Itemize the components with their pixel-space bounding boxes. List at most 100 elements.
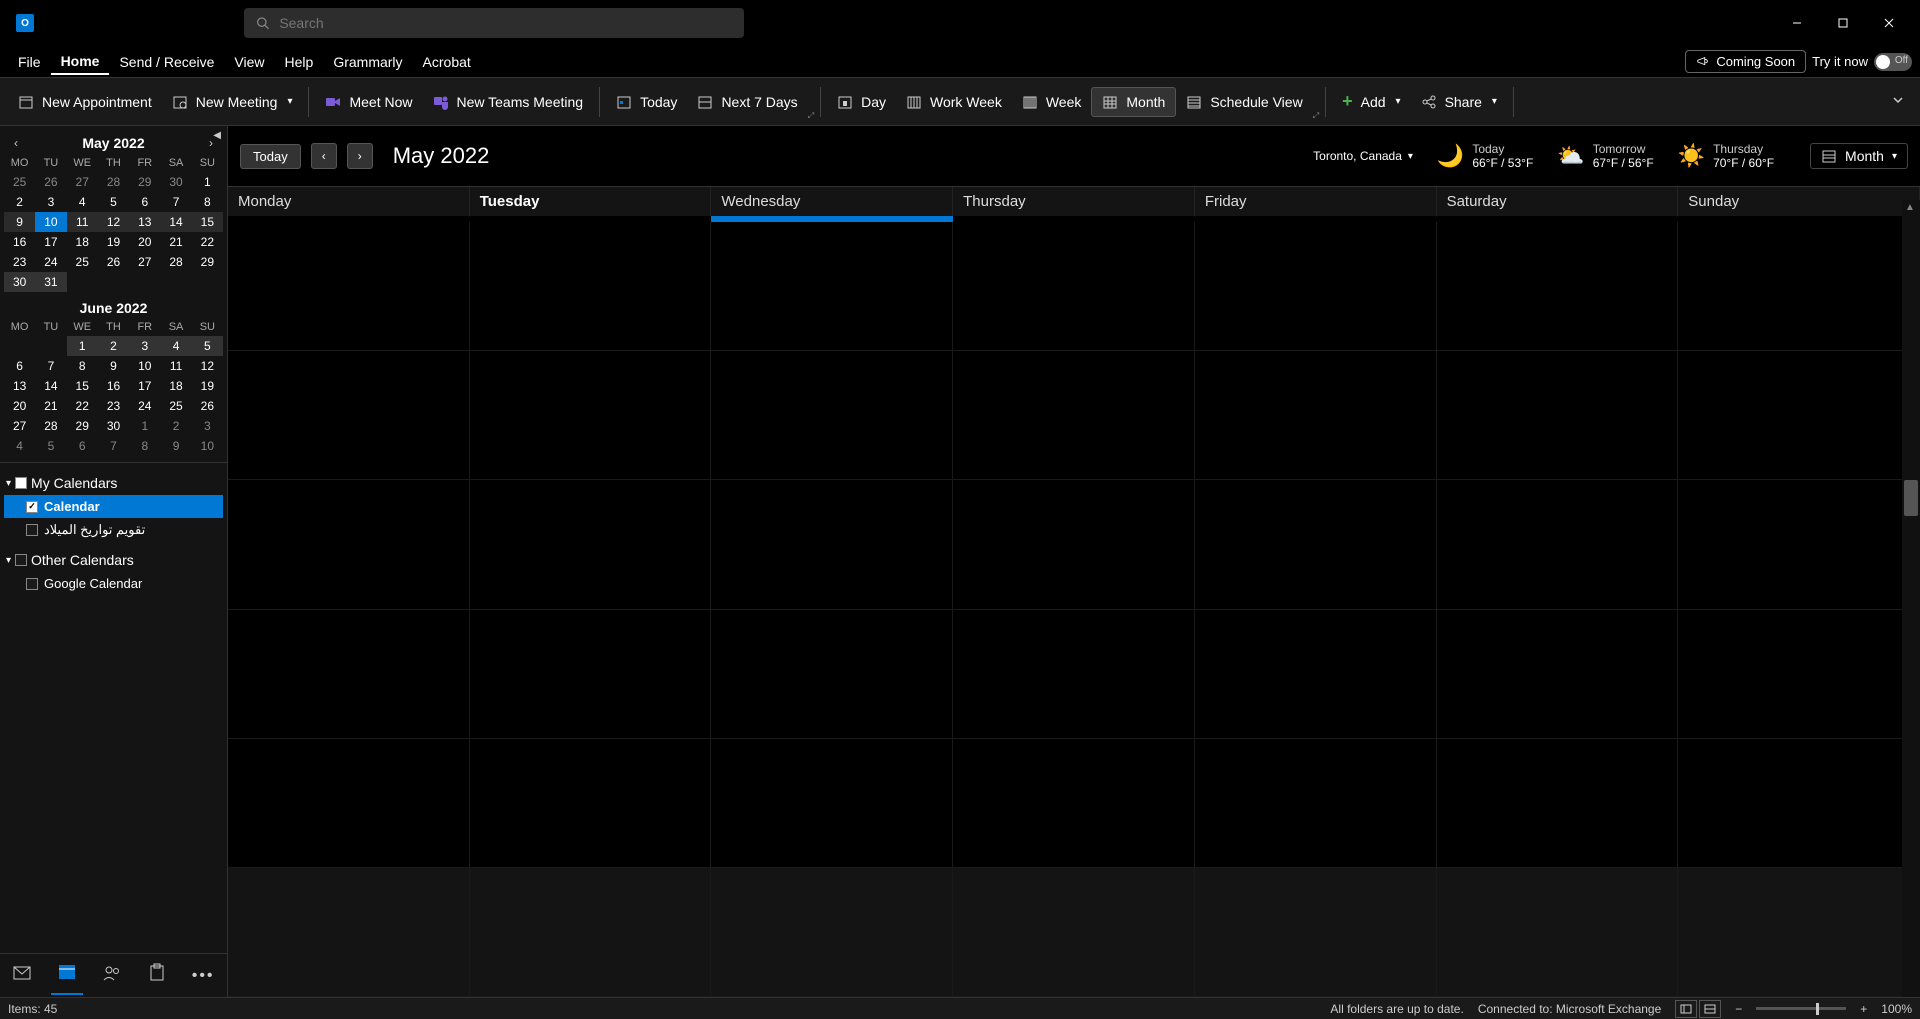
mini-cal-day[interactable]: 16: [98, 376, 129, 396]
mini-cal-day[interactable]: 2: [160, 416, 191, 436]
scrollbar[interactable]: ▲: [1902, 200, 1920, 997]
group-checkbox[interactable]: [15, 477, 27, 489]
calendar-cell[interactable]: [1195, 222, 1437, 351]
mini-cal-day[interactable]: 27: [4, 416, 35, 436]
calendar-cell[interactable]: [953, 480, 1195, 609]
calendar-grid[interactable]: [228, 222, 1920, 997]
calendar-cell[interactable]: [953, 868, 1195, 997]
weather-today[interactable]: 🌙 Today66°F / 53°F: [1437, 142, 1533, 170]
calendar-checkbox[interactable]: [26, 578, 38, 590]
calendar-cell[interactable]: [1678, 351, 1920, 480]
mini-cal-day[interactable]: 30: [160, 172, 191, 192]
meet-now-button[interactable]: Meet Now: [315, 88, 422, 116]
mini-cal-day[interactable]: 14: [35, 376, 66, 396]
search-box[interactable]: [244, 8, 744, 38]
mini-cal-day[interactable]: 28: [35, 416, 66, 436]
expand-arrange-icon[interactable]: ⤢: [1313, 111, 1319, 121]
mini-cal-day[interactable]: 17: [129, 376, 160, 396]
calendar-cell[interactable]: [953, 222, 1195, 351]
calendar-cell[interactable]: [228, 222, 470, 351]
calendar-cell[interactable]: [1678, 610, 1920, 739]
mini-cal-day[interactable]: 24: [129, 396, 160, 416]
scroll-thumb[interactable]: [1904, 480, 1918, 516]
mini-cal-day[interactable]: 25: [4, 172, 35, 192]
mini-cal-day[interactable]: 10: [129, 356, 160, 376]
calendar-cell[interactable]: [470, 480, 712, 609]
calendar-cell[interactable]: [1195, 868, 1437, 997]
mini-cal-day[interactable]: 10: [192, 436, 223, 456]
calendar-item-birthdays[interactable]: تقويم تواريخ الميلاد: [4, 518, 223, 542]
mini-cal-day[interactable]: 5: [35, 436, 66, 456]
mini-cal-day[interactable]: 26: [35, 172, 66, 192]
mini-cal-day[interactable]: 30: [4, 272, 35, 292]
tasks-nav-button[interactable]: [141, 957, 173, 994]
mini-cal-day[interactable]: 7: [35, 356, 66, 376]
new-teams-meeting-button[interactable]: New Teams Meeting: [423, 88, 594, 116]
tab-home[interactable]: Home: [51, 49, 110, 75]
calendar-cell[interactable]: [1195, 610, 1437, 739]
day-view-button[interactable]: Day: [827, 88, 896, 116]
calendar-cell[interactable]: [228, 480, 470, 609]
close-button[interactable]: [1866, 7, 1912, 39]
mini-cal-day[interactable]: 21: [160, 232, 191, 252]
calendar-item-google[interactable]: Google Calendar: [4, 572, 223, 595]
mini-cal-day[interactable]: 14: [160, 212, 191, 232]
mini-cal-day[interactable]: 25: [67, 252, 98, 272]
mini-cal-day[interactable]: 30: [98, 416, 129, 436]
calendar-cell[interactable]: [1678, 480, 1920, 609]
mini-cal-day[interactable]: 25: [160, 396, 191, 416]
mini-cal-day[interactable]: 3: [192, 416, 223, 436]
zoom-in-button[interactable]: +: [1860, 1002, 1867, 1016]
calendar-cell[interactable]: [228, 868, 470, 997]
calendar-nav-button[interactable]: [51, 956, 83, 995]
mini-cal-day[interactable]: 8: [129, 436, 160, 456]
new-appointment-button[interactable]: New Appointment: [8, 88, 162, 116]
calendar-cell[interactable]: [1437, 222, 1679, 351]
today-button[interactable]: Today: [240, 144, 301, 169]
add-button[interactable]: + Add ▾: [1332, 85, 1410, 118]
share-button[interactable]: Share ▾: [1411, 88, 1507, 116]
mini-cal-day[interactable]: 1: [129, 416, 160, 436]
calendar-cell[interactable]: [711, 480, 953, 609]
calendar-cell[interactable]: [711, 351, 953, 480]
mini-cal-day[interactable]: 17: [35, 232, 66, 252]
calendar-cell[interactable]: [1195, 480, 1437, 609]
calendar-cell[interactable]: [228, 610, 470, 739]
mini-cal-day[interactable]: 23: [4, 252, 35, 272]
calendar-cell[interactable]: [470, 739, 712, 868]
scroll-up-icon[interactable]: ▲: [1905, 202, 1915, 213]
mini-cal-day[interactable]: 11: [67, 212, 98, 232]
mini-cal-day[interactable]: 2: [4, 192, 35, 212]
next7-button[interactable]: Next 7 Days: [687, 88, 807, 116]
calendar-cell[interactable]: [1437, 480, 1679, 609]
mini-cal-day[interactable]: 24: [35, 252, 66, 272]
mini-cal-day[interactable]: 4: [4, 436, 35, 456]
normal-view-button[interactable]: [1675, 1000, 1697, 1018]
calendar-cell[interactable]: [1437, 610, 1679, 739]
prev-month-button[interactable]: ‹: [8, 134, 24, 152]
mini-cal-day[interactable]: 9: [160, 436, 191, 456]
zoom-out-button[interactable]: −: [1735, 1002, 1742, 1016]
mini-cal-day[interactable]: 29: [192, 252, 223, 272]
more-nav-button[interactable]: •••: [186, 961, 221, 991]
calendar-cell[interactable]: [1678, 739, 1920, 868]
mini-cal-day[interactable]: 28: [98, 172, 129, 192]
mini-cal-day[interactable]: 5: [98, 192, 129, 212]
calendar-cell[interactable]: [470, 351, 712, 480]
search-input[interactable]: [279, 15, 732, 31]
collapse-ribbon-button[interactable]: [1884, 93, 1912, 111]
my-calendars-header[interactable]: ▾ My Calendars: [4, 471, 223, 495]
work-week-button[interactable]: Work Week: [896, 88, 1012, 116]
tab-sendreceive[interactable]: Send / Receive: [109, 50, 224, 74]
mini-cal-day[interactable]: 18: [160, 376, 191, 396]
mini-cal-day[interactable]: 13: [4, 376, 35, 396]
mini-cal-day[interactable]: 7: [160, 192, 191, 212]
tab-file[interactable]: File: [8, 50, 51, 74]
reading-view-button[interactable]: [1699, 1000, 1721, 1018]
mini-cal-day[interactable]: 11: [160, 356, 191, 376]
weather-tomorrow[interactable]: ⛅ Tomorrow67°F / 56°F: [1557, 142, 1653, 170]
calendar-item-calendar[interactable]: ✓ Calendar: [4, 495, 223, 518]
mini-cal-day[interactable]: 26: [192, 396, 223, 416]
next-period-button[interactable]: ›: [347, 143, 373, 169]
calendar-cell[interactable]: [711, 222, 953, 351]
